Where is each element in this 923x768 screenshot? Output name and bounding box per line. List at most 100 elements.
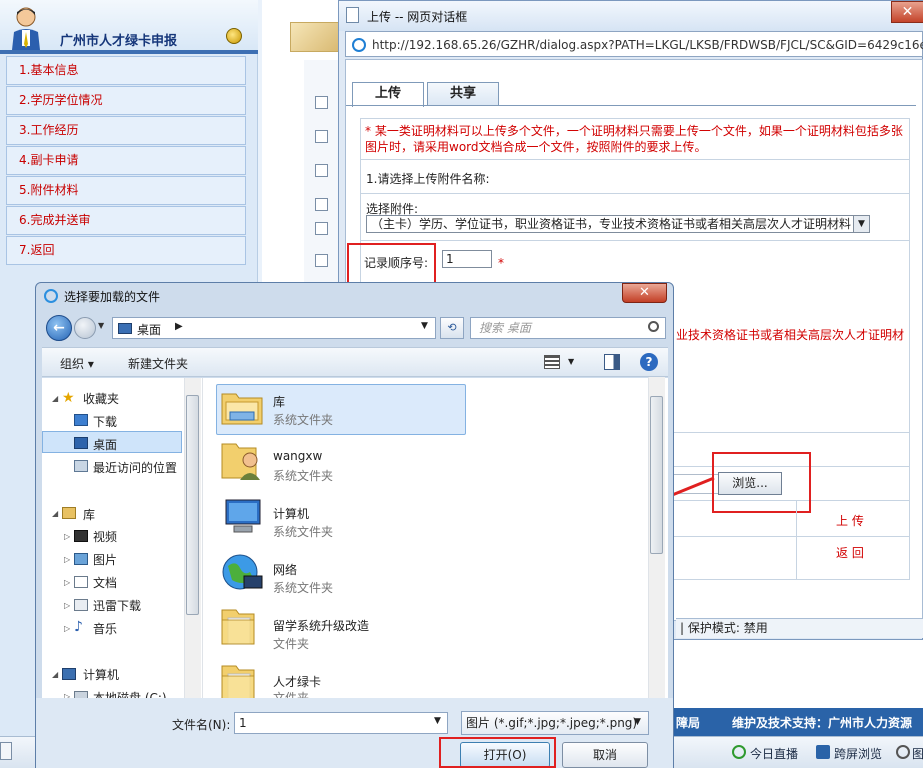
sidebar-item-attachments[interactable]: 5.附件材料: [6, 176, 246, 205]
nav-library[interactable]: 库: [83, 506, 95, 523]
forward-arrow-icon[interactable]: [74, 317, 96, 339]
row-checkbox[interactable]: [315, 164, 328, 177]
new-folder-button[interactable]: 新建文件夹: [128, 355, 188, 372]
chevron-down-icon[interactable]: ▼: [434, 716, 441, 726]
expand-triangle-icon[interactable]: ▷: [64, 578, 70, 587]
attachment-select[interactable]: （主卡）学历、学位证书，职业资格证书，专业技术资格证书或者相关高层次人才证明材料: [366, 215, 870, 233]
status-live[interactable]: 今日直播: [750, 745, 798, 762]
chevron-down-icon[interactable]: ▼: [421, 321, 428, 331]
collapse-triangle-icon[interactable]: ◢: [52, 670, 58, 679]
row-checkbox[interactable]: [315, 222, 328, 235]
nav-recent[interactable]: 最近访问的位置: [93, 459, 177, 476]
row-checkbox[interactable]: [315, 254, 328, 267]
footer-support-text: 维护及技术支持：广州市人力资源: [732, 716, 913, 730]
upload-link[interactable]: 上 传: [836, 512, 864, 529]
refresh-icon[interactable]: ⟲: [440, 317, 464, 339]
folder-icon: [221, 665, 255, 701]
expand-triangle-icon[interactable]: ▷: [64, 624, 70, 633]
sidebar-title: 广州市人才绿卡申报: [60, 34, 178, 49]
nav-local-disk[interactable]: 本地磁盘 (C:): [93, 689, 167, 698]
protected-mode-status: | 保护模式: 禁用: [676, 618, 923, 638]
sidebar-header: 广州市人才绿卡申报: [0, 0, 258, 54]
collapse-triangle-icon[interactable]: ◢: [52, 509, 58, 518]
folder-icon: [221, 609, 255, 645]
nav-videos[interactable]: 视频: [93, 528, 117, 545]
star-icon: ★: [62, 390, 75, 406]
status-extra[interactable]: 图: [912, 745, 923, 762]
clock-icon: [732, 745, 746, 759]
sidebar-item-submit[interactable]: 6.完成并送审: [6, 206, 246, 235]
filename-input[interactable]: 1: [234, 712, 448, 734]
file-name[interactable]: 计算机: [273, 505, 309, 522]
preview-pane-icon[interactable]: [604, 354, 620, 370]
nav-computer[interactable]: 计算机: [83, 666, 119, 683]
help-icon[interactable]: ?: [640, 353, 658, 371]
tab-upload[interactable]: 上传: [352, 82, 424, 107]
expand-triangle-icon[interactable]: ▷: [64, 532, 70, 541]
chevron-down-icon[interactable]: ▼: [853, 216, 869, 232]
file-type: 文件夹: [273, 637, 310, 651]
row-checkbox[interactable]: [315, 130, 328, 143]
path-breadcrumb[interactable]: 桌面 ▶ ▼: [112, 317, 436, 339]
nav-desktop[interactable]: 桌面: [93, 436, 117, 453]
row-divider: [360, 193, 910, 194]
library-icon: [62, 507, 76, 519]
search-icon[interactable]: [648, 321, 659, 332]
recent-places-icon: [74, 460, 88, 472]
row-checkbox[interactable]: [315, 198, 328, 211]
file-list-scrollbar-thumb[interactable]: [650, 396, 663, 554]
desktop-icon: [118, 323, 132, 334]
chevron-right-icon[interactable]: ▶: [175, 321, 183, 332]
file-name[interactable]: 人才绿卡: [273, 673, 321, 690]
sidebar-item-education[interactable]: 2.学历学位情况: [6, 86, 246, 115]
filetype-select[interactable]: 图片 (*.gif;*.jpg;*.jpeg;*.png): [461, 711, 649, 735]
close-button[interactable]: ✕: [622, 283, 667, 303]
network-globe-icon: [222, 554, 263, 590]
desktop-icon: [74, 437, 88, 449]
file-type: 系统文件夹: [273, 581, 334, 595]
tab-share[interactable]: 共享: [427, 82, 499, 106]
file-name[interactable]: 网络: [273, 561, 297, 578]
return-link[interactable]: 返 回: [836, 544, 864, 561]
status-scroll-button[interactable]: [0, 742, 12, 760]
user-avatar-icon: [12, 7, 40, 50]
nav-music[interactable]: 音乐: [93, 620, 117, 637]
search-input[interactable]: 搜索 桌面: [470, 317, 666, 339]
sidebar-item-return[interactable]: 7.返回: [6, 236, 246, 265]
file-name[interactable]: 留学系统升级改造: [273, 617, 369, 634]
nav-favorites[interactable]: 收藏夹: [83, 390, 119, 407]
sidebar-item-work-history[interactable]: 3.工作经历: [6, 116, 246, 145]
sequence-input[interactable]: 1: [442, 250, 492, 268]
row-checkbox[interactable]: [315, 96, 328, 109]
sidebar-item-sub-card[interactable]: 4.副卡申请: [6, 146, 246, 175]
collapse-triangle-icon[interactable]: ◢: [52, 394, 58, 403]
path-segment[interactable]: 桌面: [137, 321, 161, 338]
nav-downloads[interactable]: 下载: [93, 413, 117, 430]
view-mode-icon[interactable]: [544, 355, 560, 369]
navigation-scrollbar-thumb[interactable]: [186, 395, 199, 615]
nav-documents[interactable]: 文档: [93, 574, 117, 591]
chevron-down-icon[interactable]: ▼: [98, 321, 104, 330]
video-icon: [74, 530, 88, 542]
user-folder-icon: [221, 443, 260, 480]
expand-triangle-icon[interactable]: ▷: [64, 555, 70, 564]
cancel-button[interactable]: 取消: [562, 742, 648, 768]
nav-pictures[interactable]: 图片: [93, 551, 117, 568]
organize-button[interactable]: 组织 ▾: [60, 355, 94, 372]
file-type: 系统文件夹: [273, 469, 334, 483]
download-icon: [74, 414, 88, 426]
document-icon: [346, 7, 359, 23]
row-divider: [360, 240, 910, 241]
sidebar-item-basic-info[interactable]: 1.基本信息: [6, 56, 246, 85]
computer-icon: [62, 668, 76, 680]
expand-triangle-icon[interactable]: ▷: [64, 601, 70, 610]
chevron-down-icon[interactable]: ▼: [568, 357, 574, 366]
library-folder-icon: [221, 393, 263, 425]
file-name[interactable]: 库: [273, 393, 285, 410]
nav-thunder-downloads[interactable]: 迅雷下载: [93, 597, 141, 614]
close-button[interactable]: ✕: [891, 1, 923, 23]
status-cross-screen[interactable]: 跨屏浏览: [834, 745, 882, 762]
back-arrow-icon[interactable]: ←: [46, 315, 72, 341]
chevron-down-icon[interactable]: ▼: [634, 717, 641, 727]
file-name[interactable]: wangxw: [273, 449, 322, 463]
